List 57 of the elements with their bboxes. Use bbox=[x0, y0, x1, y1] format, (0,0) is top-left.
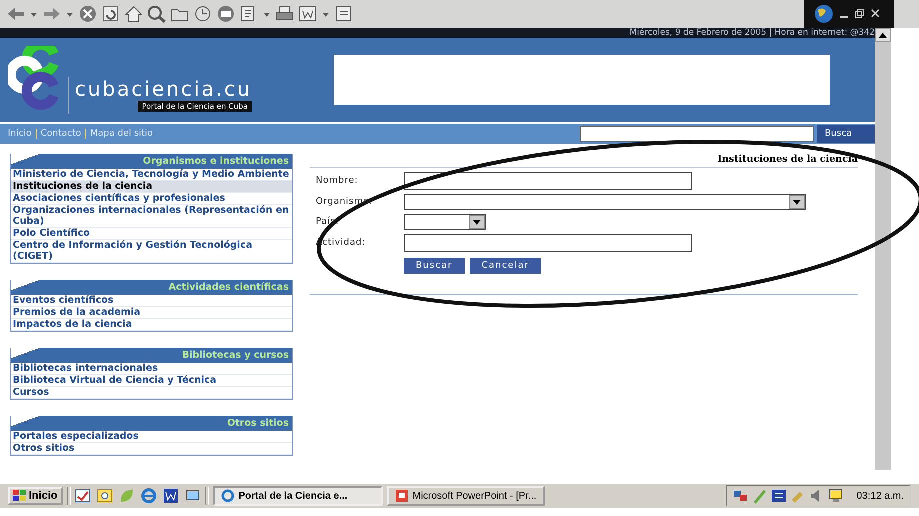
notepad-icon[interactable] bbox=[334, 5, 354, 23]
menu-panel-title: Otros sitios bbox=[11, 416, 292, 431]
arrow-up-icon bbox=[879, 32, 887, 38]
word-icon[interactable] bbox=[298, 5, 318, 23]
restore-icon[interactable] bbox=[854, 9, 866, 19]
clock-text: 03:12 a.m. bbox=[856, 490, 904, 502]
word-icon[interactable] bbox=[162, 488, 179, 504]
dropdown-field[interactable] bbox=[404, 214, 486, 230]
windows-logo-icon bbox=[13, 490, 27, 502]
back-arrow-icon[interactable] bbox=[6, 5, 26, 23]
network-icon[interactable] bbox=[732, 488, 749, 504]
text-field[interactable] bbox=[404, 234, 692, 252]
close-icon[interactable] bbox=[870, 9, 882, 19]
globe-icon bbox=[814, 4, 834, 24]
menu-link[interactable]: Eventos científicos bbox=[11, 295, 292, 307]
clock-icon[interactable] bbox=[193, 5, 213, 23]
menu-link[interactable]: Instituciones de la ciencia bbox=[11, 181, 292, 193]
magnifier-icon[interactable] bbox=[96, 488, 113, 504]
keyboard-icon[interactable] bbox=[770, 488, 787, 504]
text-field[interactable] bbox=[404, 172, 692, 190]
printer-icon[interactable] bbox=[275, 5, 295, 23]
form-button[interactable]: Buscar bbox=[404, 258, 465, 274]
menu-panel-title: Organismos e instituciones bbox=[11, 154, 292, 169]
scroll-up-button[interactable] bbox=[875, 28, 891, 42]
search-field[interactable] bbox=[580, 126, 814, 142]
menu-link[interactable]: Asociaciones científicas y profesionales bbox=[11, 193, 292, 205]
browser-icon bbox=[220, 489, 235, 503]
stop-icon[interactable] bbox=[78, 5, 98, 23]
presentation-icon bbox=[394, 489, 409, 503]
monitor-icon[interactable] bbox=[828, 488, 844, 504]
menu-link[interactable]: Otros sitios bbox=[11, 443, 292, 455]
search-icon[interactable] bbox=[147, 5, 167, 23]
start-button[interactable]: Inicio bbox=[8, 487, 63, 505]
scrollbar[interactable] bbox=[875, 28, 891, 470]
menu-link[interactable]: Polo Científico bbox=[11, 228, 292, 240]
refresh-icon[interactable] bbox=[101, 5, 121, 23]
taskbar-button[interactable]: Microsoft PowerPoint - [Pr... bbox=[386, 486, 545, 506]
menu-link[interactable]: Bibliotecas internacionales bbox=[11, 363, 292, 375]
field-label: Nombre: bbox=[316, 176, 358, 186]
menu-link[interactable]: Centro de Información y Gestión Tecnológica (CIGET) bbox=[11, 240, 292, 263]
menu-link[interactable]: Cursos bbox=[11, 387, 292, 399]
menu-panel-title: Bibliotecas y cursos bbox=[11, 348, 292, 363]
taskbar-button[interactable]: Portal de la Ciencia e... bbox=[212, 486, 383, 506]
browser-icon[interactable] bbox=[140, 488, 157, 504]
site-logo-text: cubaciencia.cu bbox=[75, 77, 252, 101]
menu-panel-title: Actividades científicas bbox=[11, 280, 292, 295]
menu-link[interactable]: Biblioteca Virtual de Ciencia y Técnica bbox=[11, 375, 292, 387]
menu-link[interactable]: Portales especializados bbox=[11, 431, 292, 443]
menu-link[interactable]: Impactos de la ciencia bbox=[11, 319, 292, 331]
menu-link[interactable]: Organizaciones internacionales (Representación en Cuba) bbox=[11, 205, 292, 228]
date-line: Miércoles, 9 de Febrero de 2005 | Hora en internet: @342 bbox=[630, 28, 875, 38]
dropdown-field[interactable] bbox=[404, 194, 806, 210]
calendar-icon[interactable] bbox=[74, 488, 91, 504]
search-button[interactable]: Busca bbox=[817, 125, 875, 143]
menu-link[interactable]: Premios de la academia bbox=[11, 307, 292, 319]
form-button[interactable]: Cancelar bbox=[470, 258, 542, 274]
home-icon[interactable] bbox=[124, 5, 144, 23]
